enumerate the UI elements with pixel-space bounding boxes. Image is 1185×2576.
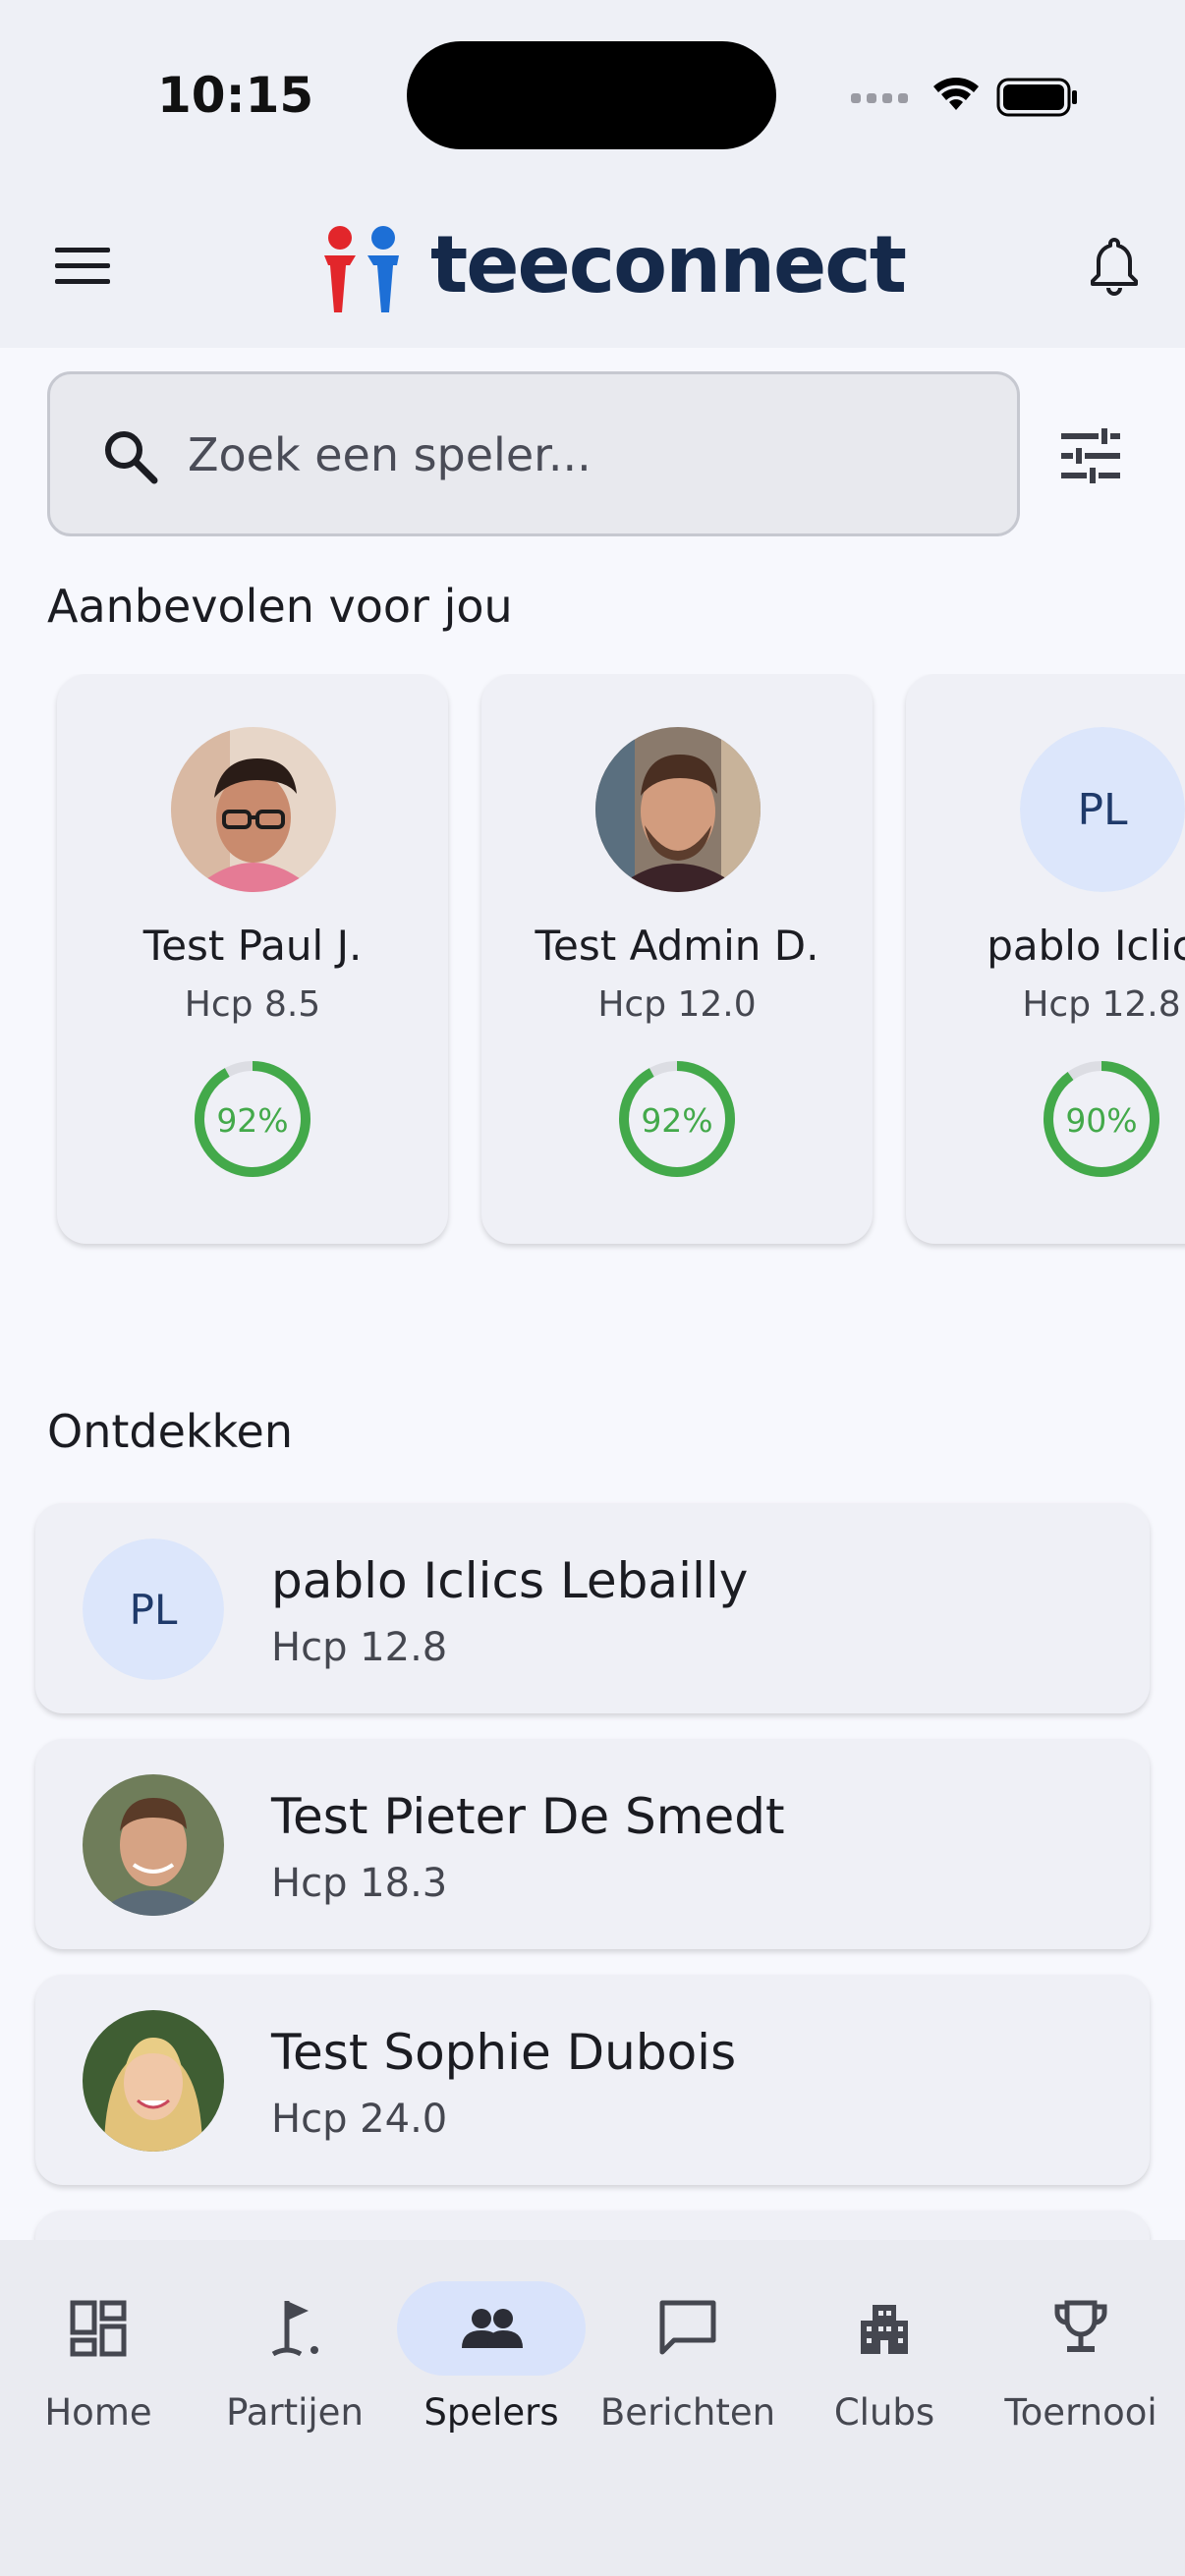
nav-berichten[interactable]: Berichten — [590, 2281, 786, 2458]
avatar — [171, 727, 336, 892]
player-hcp: Hcp 12.8 — [1022, 984, 1181, 1025]
match-ring: 92% — [619, 1061, 735, 1177]
match-ring: 90% — [1044, 1061, 1159, 1177]
list-item[interactable]: Test Pieter De Smedt Hcp 18.3 — [35, 1739, 1150, 1949]
avatar: PL — [83, 1539, 224, 1680]
recommended-title: Aanbevolen voor jou — [47, 580, 513, 633]
nav-partijen[interactable]: Partijen — [197, 2281, 393, 2458]
dynamic-island — [407, 41, 776, 149]
chat-icon — [659, 2300, 716, 2355]
building-icon — [861, 2305, 908, 2354]
match-percentage: 92% — [216, 1101, 288, 1140]
avatar: PL — [1020, 727, 1185, 892]
avatar — [595, 727, 761, 892]
logo-mark-icon — [324, 226, 399, 312]
list-item[interactable]: Test Sophie Dubois Hcp 24.0 — [35, 1975, 1150, 2185]
player-name: Test Sophie Dubois — [271, 2024, 737, 2081]
nav-home[interactable]: Home — [0, 2281, 197, 2458]
nav-clubs[interactable]: Clubs — [786, 2281, 983, 2458]
recommended-card[interactable]: Test Admin D. Hcp 12.0 92% — [481, 674, 873, 1244]
search-icon — [105, 431, 158, 484]
nav-spelers[interactable]: Spelers — [393, 2281, 590, 2458]
app-screen: 10:15 teeconnect Zoek een speler... Aanb… — [0, 0, 1185, 2576]
player-name: pablo Iclics — [987, 922, 1185, 970]
bottom-navigation: Home Partijen Spelers Berichten Clubs To… — [0, 2240, 1185, 2576]
recommended-card[interactable]: PL pablo Iclics Hcp 12.8 90% — [906, 674, 1185, 1244]
wifi-icon — [933, 78, 979, 110]
match-percentage: 92% — [641, 1101, 712, 1140]
nav-label: Toernooi — [1004, 2391, 1157, 2434]
player-name: Test Paul J. — [142, 922, 363, 970]
recommended-carousel[interactable]: Test Paul J. Hcp 8.5 92% Test Admin D. H… — [0, 674, 1185, 1254]
brand-name: teeconnect — [430, 219, 907, 310]
match-percentage: 90% — [1065, 1101, 1137, 1140]
player-name: Test Pieter De Smedt — [271, 1788, 785, 1845]
avatar — [83, 1774, 224, 1916]
player-hcp: Hcp 12.8 — [271, 1625, 448, 1670]
golf-flag-icon — [271, 2301, 318, 2357]
notification-bell-icon[interactable] — [1081, 232, 1148, 299]
battery-icon — [996, 78, 1077, 117]
player-hcp: Hcp 24.0 — [271, 2097, 448, 2142]
top-bar: 10:15 teeconnect — [0, 0, 1185, 348]
list-item[interactable]: PL pablo Iclics Lebailly Hcp 12.8 — [35, 1503, 1150, 1713]
nav-toernooi[interactable]: Toernooi — [983, 2281, 1179, 2458]
match-ring: 92% — [195, 1061, 310, 1177]
status-time: 10:15 — [157, 67, 314, 124]
search-input[interactable] — [188, 414, 974, 496]
search-box[interactable] — [47, 371, 1020, 536]
player-hcp: Hcp 8.5 — [184, 984, 321, 1025]
menu-icon[interactable] — [49, 236, 118, 295]
filter-icon[interactable] — [1051, 417, 1130, 495]
discover-title: Ontdekken — [47, 1405, 293, 1458]
player-hcp: Hcp 18.3 — [271, 1861, 448, 1906]
recommended-card[interactable]: Test Paul J. Hcp 8.5 92% — [57, 674, 448, 1244]
signal-icon — [851, 93, 908, 103]
dashboard-icon — [70, 2300, 127, 2357]
brand-logo: teeconnect — [318, 216, 907, 314]
player-hcp: Hcp 12.0 — [597, 984, 757, 1025]
player-name: Test Admin D. — [535, 922, 819, 970]
avatar — [83, 2010, 224, 2152]
trophy-icon — [1054, 2300, 1107, 2352]
people-icon — [462, 2309, 523, 2348]
player-name: pablo Iclics Lebailly — [271, 1552, 749, 1609]
avatar-initials: PL — [83, 1539, 224, 1680]
avatar-initials: PL — [1020, 727, 1185, 892]
status-icons — [851, 78, 1077, 117]
